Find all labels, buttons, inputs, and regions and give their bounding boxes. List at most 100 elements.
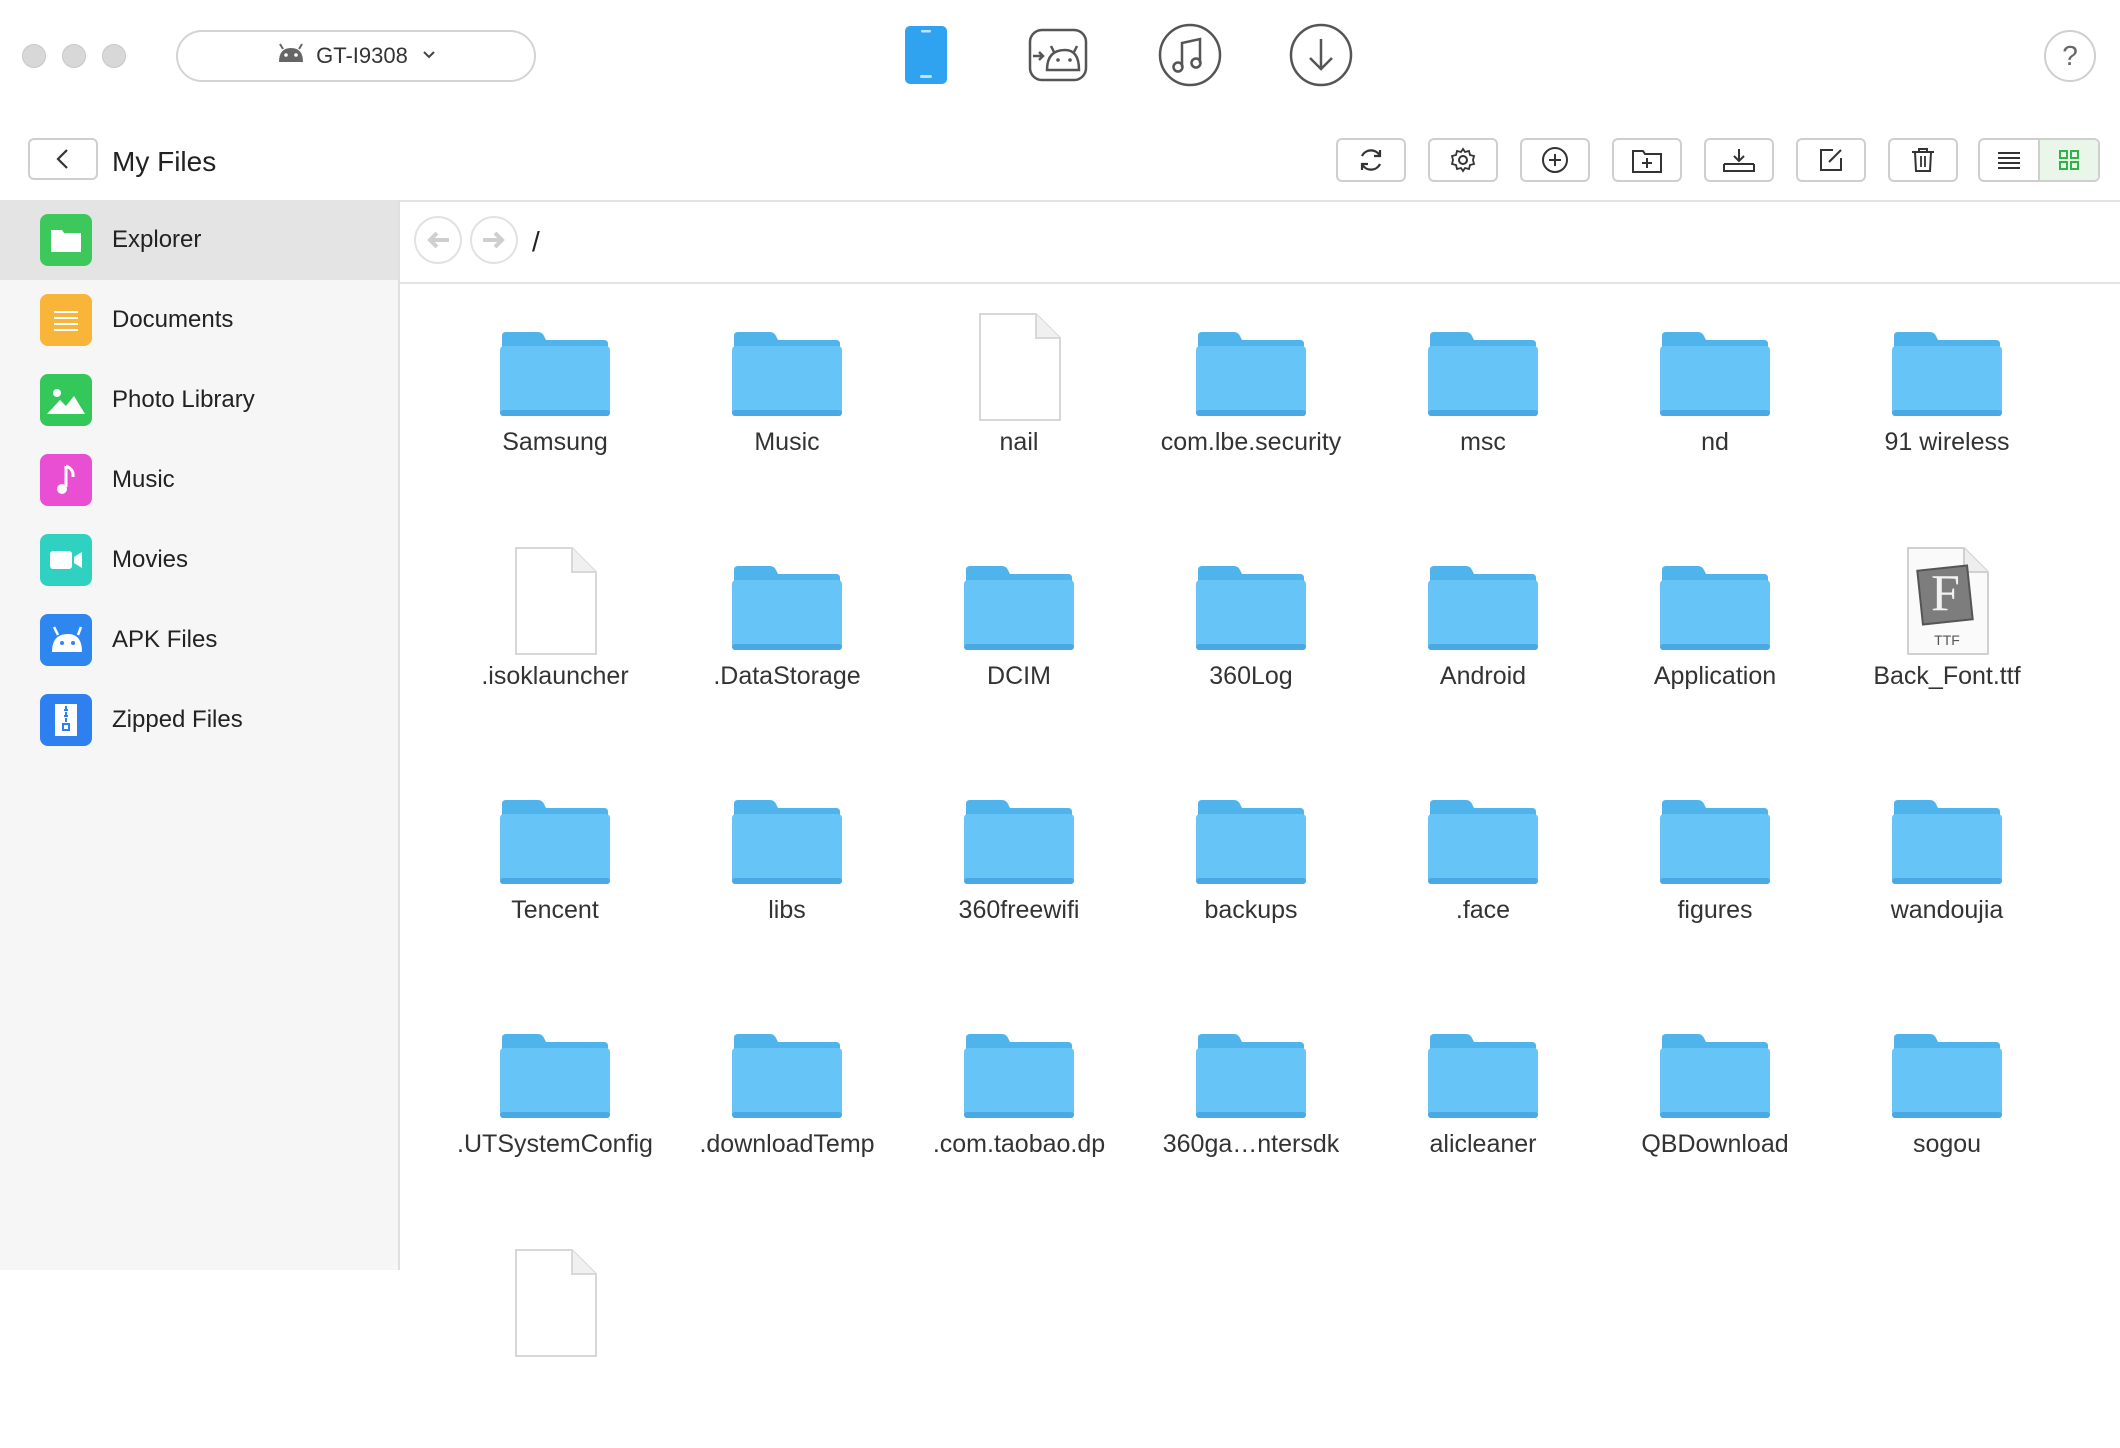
android-icon — [40, 614, 92, 666]
file-name: nail — [999, 428, 1039, 456]
sidebar-item-label: APK Files — [112, 626, 218, 653]
folder-item[interactable]: .DataStorage — [677, 564, 897, 764]
folder-item[interactable]: Application — [1605, 564, 1825, 764]
folder-item[interactable]: figures — [1605, 798, 1825, 998]
sidebar-item-explorer[interactable]: Explorer — [0, 200, 398, 280]
folder-item[interactable]: sogou — [1837, 1032, 2057, 1232]
folder-icon — [1658, 798, 1772, 891]
folder-item[interactable]: .face — [1373, 798, 1593, 998]
file-item[interactable] — [445, 1248, 665, 1448]
folder-item[interactable]: 360freewifi — [909, 798, 1129, 998]
file-name: .DataStorage — [713, 662, 861, 690]
device-selector[interactable]: GT-I9308 — [176, 30, 536, 82]
folder-item[interactable]: .downloadTemp — [677, 1032, 897, 1232]
file-item[interactable]: .isoklauncher — [445, 546, 665, 746]
file-name: figures — [1677, 896, 1753, 924]
folder-icon — [40, 214, 92, 266]
sidebar-item-photo-library[interactable]: Photo Library — [0, 360, 398, 440]
folder-item[interactable]: 360Log — [1141, 564, 1361, 764]
folder-item[interactable]: Android — [1373, 564, 1593, 764]
chevron-down-icon — [422, 47, 436, 65]
refresh-button[interactable] — [1336, 138, 1406, 182]
sidebar-item-label: Photo Library — [112, 386, 255, 413]
folder-icon — [498, 330, 612, 423]
grid-view-button[interactable] — [2038, 140, 2098, 180]
folder-item[interactable]: nd — [1605, 330, 1825, 530]
android-icon — [276, 42, 306, 70]
file-name: sogou — [1912, 1130, 1982, 1158]
folder-item[interactable]: com.lbe.security — [1141, 330, 1361, 530]
android-transfer-icon[interactable] — [1025, 22, 1091, 88]
folder-item[interactable]: 360ga…ntersdk — [1141, 1032, 1361, 1232]
rename-button[interactable] — [1796, 138, 1866, 182]
folder-item[interactable]: DCIM — [909, 564, 1129, 764]
folder-icon — [1194, 1032, 1308, 1125]
help-button[interactable]: ? — [2044, 30, 2096, 82]
arrow-left-icon — [427, 231, 449, 249]
new-folder-button[interactable] — [1612, 138, 1682, 182]
folder-icon — [1890, 798, 2004, 891]
sidebar-item-apk-files[interactable]: APK Files — [0, 600, 398, 680]
file-item[interactable]: nail — [909, 312, 1129, 512]
folder-item[interactable]: msc — [1373, 330, 1593, 530]
photo-icon — [40, 374, 92, 426]
folder-item[interactable]: .com.taobao.dp — [909, 1032, 1129, 1232]
folder-icon — [962, 564, 1076, 657]
folder-icon — [1658, 1032, 1772, 1125]
file-name: wandoujia — [1890, 896, 2004, 924]
gear-icon — [1450, 147, 1476, 173]
folder-item[interactable]: Samsung — [445, 330, 665, 530]
sidebar-item-zipped-files[interactable]: Zipped Files — [0, 680, 398, 760]
folder-item[interactable]: Tencent — [445, 798, 665, 998]
back-button[interactable] — [28, 138, 98, 180]
phone-icon[interactable] — [893, 22, 959, 88]
sidebar-item-label: Zipped Files — [112, 706, 243, 733]
delete-button[interactable] — [1888, 138, 1958, 182]
file-name: com.lbe.security — [1160, 428, 1342, 456]
file-name: Back_Font.ttf — [1873, 662, 2021, 690]
file-name: Application — [1653, 662, 1777, 690]
sidebar-item-label: Music — [112, 466, 175, 493]
music-icon[interactable] — [1157, 22, 1223, 88]
folder-item[interactable]: Music — [677, 330, 897, 530]
file-name: alicleaner — [1429, 1130, 1537, 1158]
folder-item[interactable]: 91 wireless — [1837, 330, 2057, 530]
file-name: .com.taobao.dp — [932, 1130, 1106, 1158]
arrow-right-icon — [483, 231, 505, 249]
device-name: GT-I9308 — [316, 43, 408, 68]
folder-item[interactable]: alicleaner — [1373, 1032, 1593, 1232]
help-label: ? — [2062, 40, 2078, 71]
folder-item[interactable]: libs — [677, 798, 897, 998]
file-name: .UTSystemConfig — [457, 1130, 653, 1158]
refresh-icon — [1360, 149, 1382, 171]
font-file-icon: F TTF — [1904, 546, 1990, 661]
download-icon[interactable] — [1288, 22, 1354, 88]
page-title: My Files — [112, 146, 217, 177]
sidebar-item-documents[interactable]: Documents — [0, 280, 398, 360]
file-name: Tencent — [511, 896, 599, 924]
file-item[interactable]: F TTF Back_Font.ttf — [1837, 546, 2057, 746]
sidebar-item-music[interactable]: Music — [0, 440, 398, 520]
sidebar-item-movies[interactable]: Movies — [0, 520, 398, 600]
folder-item[interactable]: wandoujia — [1837, 798, 2057, 998]
nav-back-button[interactable] — [414, 216, 462, 264]
nav-forward-button[interactable] — [470, 216, 518, 264]
add-button[interactable] — [1520, 138, 1590, 182]
folder-item[interactable]: backups — [1141, 798, 1361, 998]
window-zoom-button[interactable] — [102, 44, 126, 68]
file-name: libs — [768, 896, 806, 924]
list-view-button[interactable] — [1980, 140, 2038, 180]
window-minimize-button[interactable] — [62, 44, 86, 68]
new-folder-icon — [1632, 150, 1662, 173]
folder-icon — [1426, 798, 1540, 891]
export-button[interactable] — [1704, 138, 1774, 182]
trash-icon — [1912, 148, 1934, 172]
window-close-button[interactable] — [22, 44, 46, 68]
file-name: Samsung — [502, 428, 608, 456]
folder-item[interactable]: QBDownload — [1605, 1032, 1825, 1232]
folder-icon — [1426, 1032, 1540, 1125]
settings-button[interactable] — [1428, 138, 1498, 182]
file-name: DCIM — [987, 662, 1051, 690]
folder-icon — [730, 1032, 844, 1125]
folder-item[interactable]: .UTSystemConfig — [445, 1032, 665, 1232]
